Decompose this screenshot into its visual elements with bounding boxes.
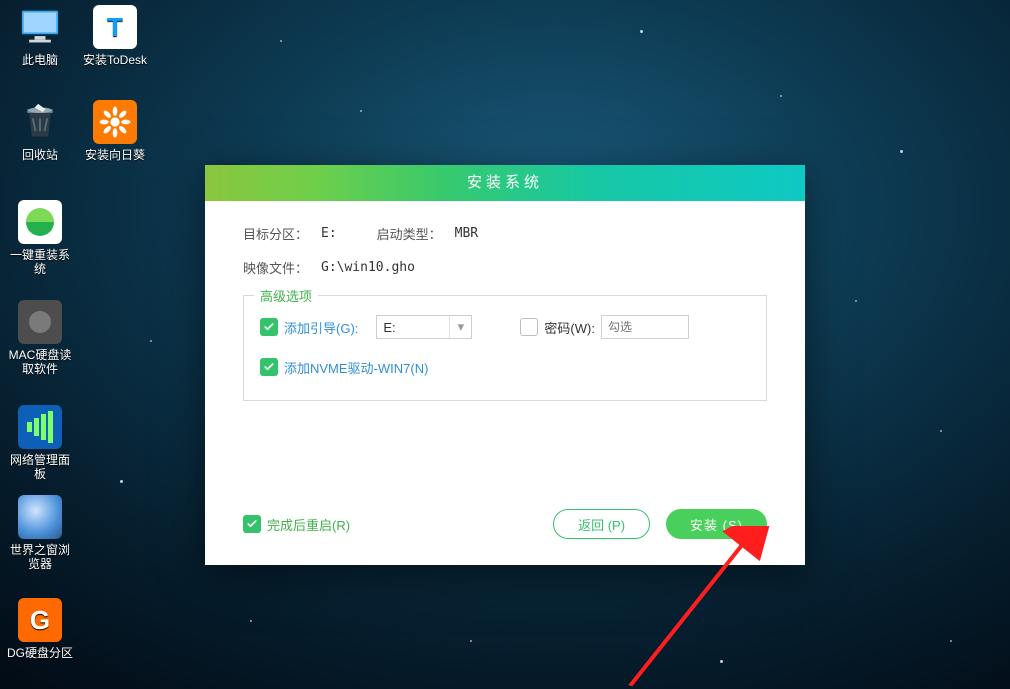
restart-checkbox[interactable] [243, 515, 261, 533]
icon-label: 回收站 [5, 148, 75, 162]
desktop-icon-mac-hdd[interactable]: MAC硬盘读取软件 [5, 300, 75, 376]
dialog-footer: 完成后重启(R) 返回 (P) 安装 (S) [243, 509, 767, 539]
desktop-icon-reinstall[interactable]: 一键重装系统 [5, 200, 75, 276]
add-boot-label: 添加引导(G): [284, 318, 358, 337]
dialog-title: 安装系统 [205, 165, 805, 201]
check-icon [246, 518, 258, 530]
desktop-icon-recycle-bin[interactable]: 回收站 [5, 100, 75, 162]
check-icon [263, 321, 275, 333]
icon-label: 此电脑 [5, 53, 75, 67]
chevron-down-icon: ▾ [449, 316, 471, 338]
advanced-options-title: 高级选项 [254, 286, 318, 305]
desktop-icon-browser[interactable]: 世界之窗浏览器 [5, 495, 75, 571]
nvme-label: 添加NVME驱动-WIN7(N) [284, 358, 428, 377]
icon-label: 世界之窗浏览器 [5, 543, 75, 571]
back-button-label: 返回 (P) [578, 515, 625, 534]
advanced-options-box: 高级选项 添加引导(G): E: ▾ 密码(W): 添加NVME驱动-WI [243, 295, 767, 401]
icon-label: 安装ToDesk [80, 53, 150, 67]
password-input[interactable] [601, 315, 689, 339]
password-label: 密码(W): [544, 318, 595, 337]
icon-label: DG硬盘分区 [5, 646, 75, 660]
todesk-icon: T [93, 5, 137, 49]
add-boot-drive-value: E: [383, 320, 395, 335]
sunflower-icon [93, 100, 137, 144]
recycle-bin-icon [18, 100, 62, 144]
desktop-icon-sunflower[interactable]: 安装向日葵 [80, 100, 150, 162]
icon-label: 网络管理面板 [5, 453, 75, 481]
boot-type-label: 启动类型： [377, 224, 455, 243]
desktop-icon-todesk[interactable]: T 安装ToDesk [80, 5, 150, 67]
target-partition-label: 目标分区： [243, 224, 321, 243]
target-partition-value: E: [321, 226, 337, 241]
reinstall-icon [18, 200, 62, 244]
image-file-label: 映像文件： [243, 258, 321, 277]
add-boot-checkbox[interactable] [260, 318, 278, 336]
icon-label: 安装向日葵 [80, 148, 150, 162]
icon-label: 一键重装系统 [5, 248, 75, 276]
check-icon [263, 361, 275, 373]
image-file-value: G:\win10.gho [321, 260, 415, 275]
monitor-icon [18, 5, 62, 49]
desktop-icon-net-panel[interactable]: 网络管理面板 [5, 405, 75, 481]
desktop-icon-this-pc[interactable]: 此电脑 [5, 5, 75, 67]
hdd-icon [18, 300, 62, 344]
dialog-body: 目标分区： E: 启动类型： MBR 映像文件： G:\win10.gho 高级… [205, 201, 805, 401]
back-button[interactable]: 返回 (P) [553, 509, 650, 539]
restart-label: 完成后重启(R) [267, 515, 350, 534]
nvme-checkbox[interactable] [260, 358, 278, 376]
network-panel-icon [18, 405, 62, 449]
globe-icon [18, 495, 62, 539]
install-dialog: 安装系统 目标分区： E: 启动类型： MBR 映像文件： G:\win10.g… [205, 165, 805, 565]
install-button-label: 安装 (S) [690, 515, 743, 534]
icon-label: MAC硬盘读取软件 [5, 348, 75, 376]
desktop-icon-dg[interactable]: G DG硬盘分区 [5, 598, 75, 660]
dg-icon: G [18, 598, 62, 642]
password-checkbox[interactable] [520, 318, 538, 336]
add-boot-drive-select[interactable]: E: ▾ [376, 315, 472, 339]
install-button[interactable]: 安装 (S) [666, 509, 767, 539]
boot-type-value: MBR [455, 226, 478, 241]
